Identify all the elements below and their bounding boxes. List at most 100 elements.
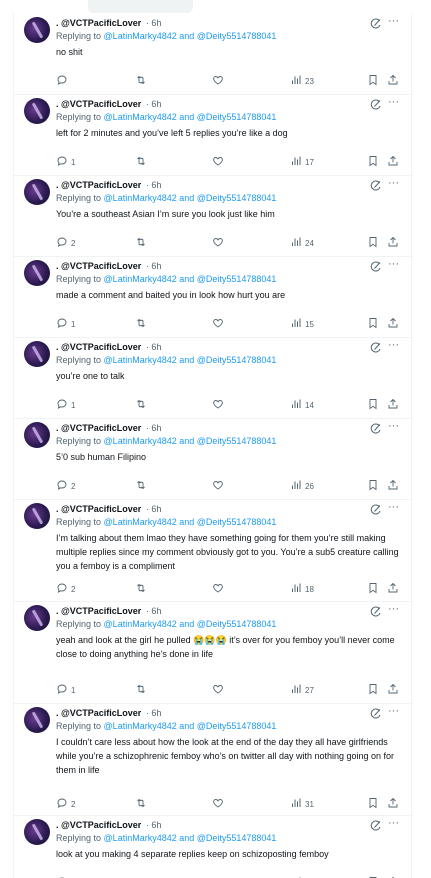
bookmark-button[interactable]: [367, 236, 379, 250]
replying-handles[interactable]: @LatinMarky4842 and @Deity5514788041: [104, 721, 277, 731]
user-handle[interactable]: . @VCTPacificLover: [56, 708, 141, 718]
grok-icon[interactable]: [370, 179, 382, 191]
reply-button[interactable]: [56, 74, 71, 88]
retweet-button[interactable]: [135, 479, 150, 493]
share-button[interactable]: [387, 582, 399, 596]
retweet-button[interactable]: [135, 683, 150, 697]
views-button[interactable]: 27: [290, 683, 314, 697]
retweet-button[interactable]: [135, 155, 150, 169]
reply-tweet[interactable]: . @VCTPacificLover · 6h ··· Replying to …: [14, 337, 411, 419]
share-button[interactable]: [387, 74, 399, 88]
user-handle[interactable]: . @VCTPacificLover: [56, 423, 141, 433]
like-button[interactable]: [212, 683, 227, 697]
top-tab[interactable]: [88, 0, 193, 13]
bookmark-button[interactable]: [367, 797, 379, 811]
avatar[interactable]: [24, 17, 50, 43]
avatar[interactable]: [24, 98, 50, 124]
user-handle[interactable]: . @VCTPacificLover: [56, 261, 141, 271]
replying-handles[interactable]: @LatinMarky4842 and @Deity5514788041: [104, 274, 277, 284]
like-button[interactable]: [212, 797, 227, 811]
more-icon[interactable]: ···: [388, 420, 399, 432]
avatar[interactable]: [24, 605, 50, 631]
bookmark-button[interactable]: [367, 479, 379, 493]
reply-button[interactable]: 2: [56, 582, 75, 596]
timestamp[interactable]: · 6h: [146, 18, 162, 28]
user-handle[interactable]: . @VCTPacificLover: [56, 342, 141, 352]
reply-tweet[interactable]: . @VCTPacificLover · 6h ··· Replying to …: [14, 256, 411, 338]
views-button[interactable]: 23: [290, 74, 314, 88]
views-button[interactable]: 26: [290, 479, 314, 493]
views-button[interactable]: 15: [290, 317, 314, 331]
reply-tweet[interactable]: . @VCTPacificLover · 6h ··· Replying to …: [14, 175, 411, 257]
reply-tweet[interactable]: . @VCTPacificLover · 6h ··· Replying to …: [14, 418, 411, 500]
share-button[interactable]: [387, 797, 399, 811]
grok-icon[interactable]: [370, 98, 382, 110]
share-button[interactable]: [387, 683, 399, 697]
more-icon[interactable]: ···: [388, 339, 399, 351]
share-button[interactable]: [387, 155, 399, 169]
timestamp[interactable]: · 6h: [146, 180, 162, 190]
like-button[interactable]: [212, 582, 227, 596]
user-handle[interactable]: . @VCTPacificLover: [56, 180, 141, 190]
user-handle[interactable]: . @VCTPacificLover: [56, 99, 141, 109]
timestamp[interactable]: · 6h: [146, 504, 162, 514]
grok-icon[interactable]: [370, 260, 382, 272]
timestamp[interactable]: · 6h: [146, 423, 162, 433]
avatar[interactable]: [24, 179, 50, 205]
avatar[interactable]: [24, 819, 50, 845]
avatar[interactable]: [24, 260, 50, 286]
reply-button[interactable]: 1: [56, 398, 75, 412]
like-button[interactable]: [212, 479, 227, 493]
grok-icon[interactable]: [370, 17, 382, 29]
views-button[interactable]: 24: [290, 236, 314, 250]
more-icon[interactable]: ···: [388, 258, 399, 270]
timestamp[interactable]: · 6h: [146, 99, 162, 109]
reply-tweet[interactable]: . @VCTPacificLover · 6h ··· Replying to …: [14, 815, 411, 878]
timestamp[interactable]: · 6h: [146, 708, 162, 718]
more-icon[interactable]: ···: [388, 15, 399, 27]
more-icon[interactable]: ···: [388, 817, 399, 829]
reply-button[interactable]: 2: [56, 479, 75, 493]
grok-icon[interactable]: [370, 503, 382, 515]
avatar[interactable]: [24, 503, 50, 529]
replying-handles[interactable]: @LatinMarky4842 and @Deity5514788041: [104, 31, 277, 41]
replying-handles[interactable]: @LatinMarky4842 and @Deity5514788041: [104, 436, 277, 446]
views-button[interactable]: 31: [290, 797, 314, 811]
avatar[interactable]: [24, 422, 50, 448]
avatar[interactable]: [24, 707, 50, 733]
timestamp[interactable]: · 6h: [146, 261, 162, 271]
reply-button[interactable]: 1: [56, 683, 75, 697]
timestamp[interactable]: · 6h: [146, 820, 162, 830]
like-button[interactable]: [212, 155, 227, 169]
reply-button[interactable]: 1: [56, 155, 75, 169]
bookmark-button[interactable]: [367, 582, 379, 596]
retweet-button[interactable]: [135, 582, 150, 596]
like-button[interactable]: [212, 236, 227, 250]
timestamp[interactable]: · 6h: [146, 342, 162, 352]
user-handle[interactable]: . @VCTPacificLover: [56, 820, 141, 830]
avatar[interactable]: [24, 341, 50, 367]
more-icon[interactable]: ···: [388, 501, 399, 513]
more-icon[interactable]: ···: [388, 96, 399, 108]
reply-tweet[interactable]: . @VCTPacificLover · 6h ··· Replying to …: [14, 499, 411, 602]
reply-tweet[interactable]: . @VCTPacificLover · 6h ··· Replying to …: [14, 13, 411, 95]
reply-tweet[interactable]: . @VCTPacificLover · 6h ··· Replying to …: [14, 703, 411, 816]
like-button[interactable]: [212, 398, 227, 412]
replying-handles[interactable]: @LatinMarky4842 and @Deity5514788041: [104, 517, 277, 527]
replying-handles[interactable]: @LatinMarky4842 and @Deity5514788041: [104, 112, 277, 122]
grok-icon[interactable]: [370, 819, 382, 831]
views-button[interactable]: 18: [290, 582, 314, 596]
user-handle[interactable]: . @VCTPacificLover: [56, 504, 141, 514]
retweet-button[interactable]: [135, 398, 150, 412]
grok-icon[interactable]: [370, 605, 382, 617]
bookmark-button[interactable]: [367, 74, 379, 88]
grok-icon[interactable]: [370, 422, 382, 434]
share-button[interactable]: [387, 236, 399, 250]
reply-button[interactable]: 2: [56, 236, 75, 250]
like-button[interactable]: [212, 74, 227, 88]
reply-tweet[interactable]: . @VCTPacificLover · 6h ··· Replying to …: [14, 94, 411, 176]
more-icon[interactable]: ···: [388, 705, 399, 717]
retweet-button[interactable]: [135, 236, 150, 250]
bookmark-button[interactable]: [367, 155, 379, 169]
replying-handles[interactable]: @LatinMarky4842 and @Deity5514788041: [104, 355, 277, 365]
